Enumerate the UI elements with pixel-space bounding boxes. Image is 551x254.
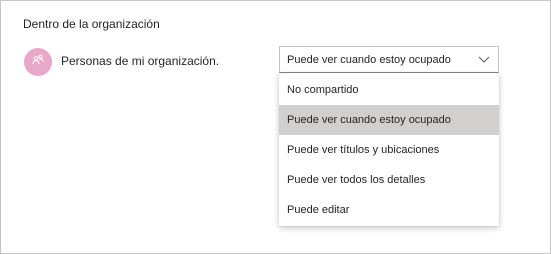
option-puede-ver-ocupado[interactable]: Puede ver cuando estoy ocupado [279,105,499,135]
section-title: Dentro de la organización [23,17,160,31]
avatar [24,48,52,76]
permission-dropdown-menu: No compartido Puede ver cuando estoy ocu… [279,73,499,226]
permission-select-value: Puede ver cuando estoy ocupado [287,53,451,66]
option-no-compartido[interactable]: No compartido [279,75,499,105]
permission-select[interactable]: Puede ver cuando estoy ocupado [279,46,499,73]
sharing-panel: Dentro de la organización Personas de mi… [0,0,551,254]
option-puede-ver-detalles[interactable]: Puede ver todos los detalles [279,165,499,195]
option-puede-ver-titulos[interactable]: Puede ver títulos y ubicaciones [279,135,499,165]
option-puede-editar[interactable]: Puede editar [279,195,499,225]
audience-label: Personas de mi organización. [61,54,220,68]
chevron-down-icon[interactable] [470,46,498,73]
people-icon [31,53,45,72]
